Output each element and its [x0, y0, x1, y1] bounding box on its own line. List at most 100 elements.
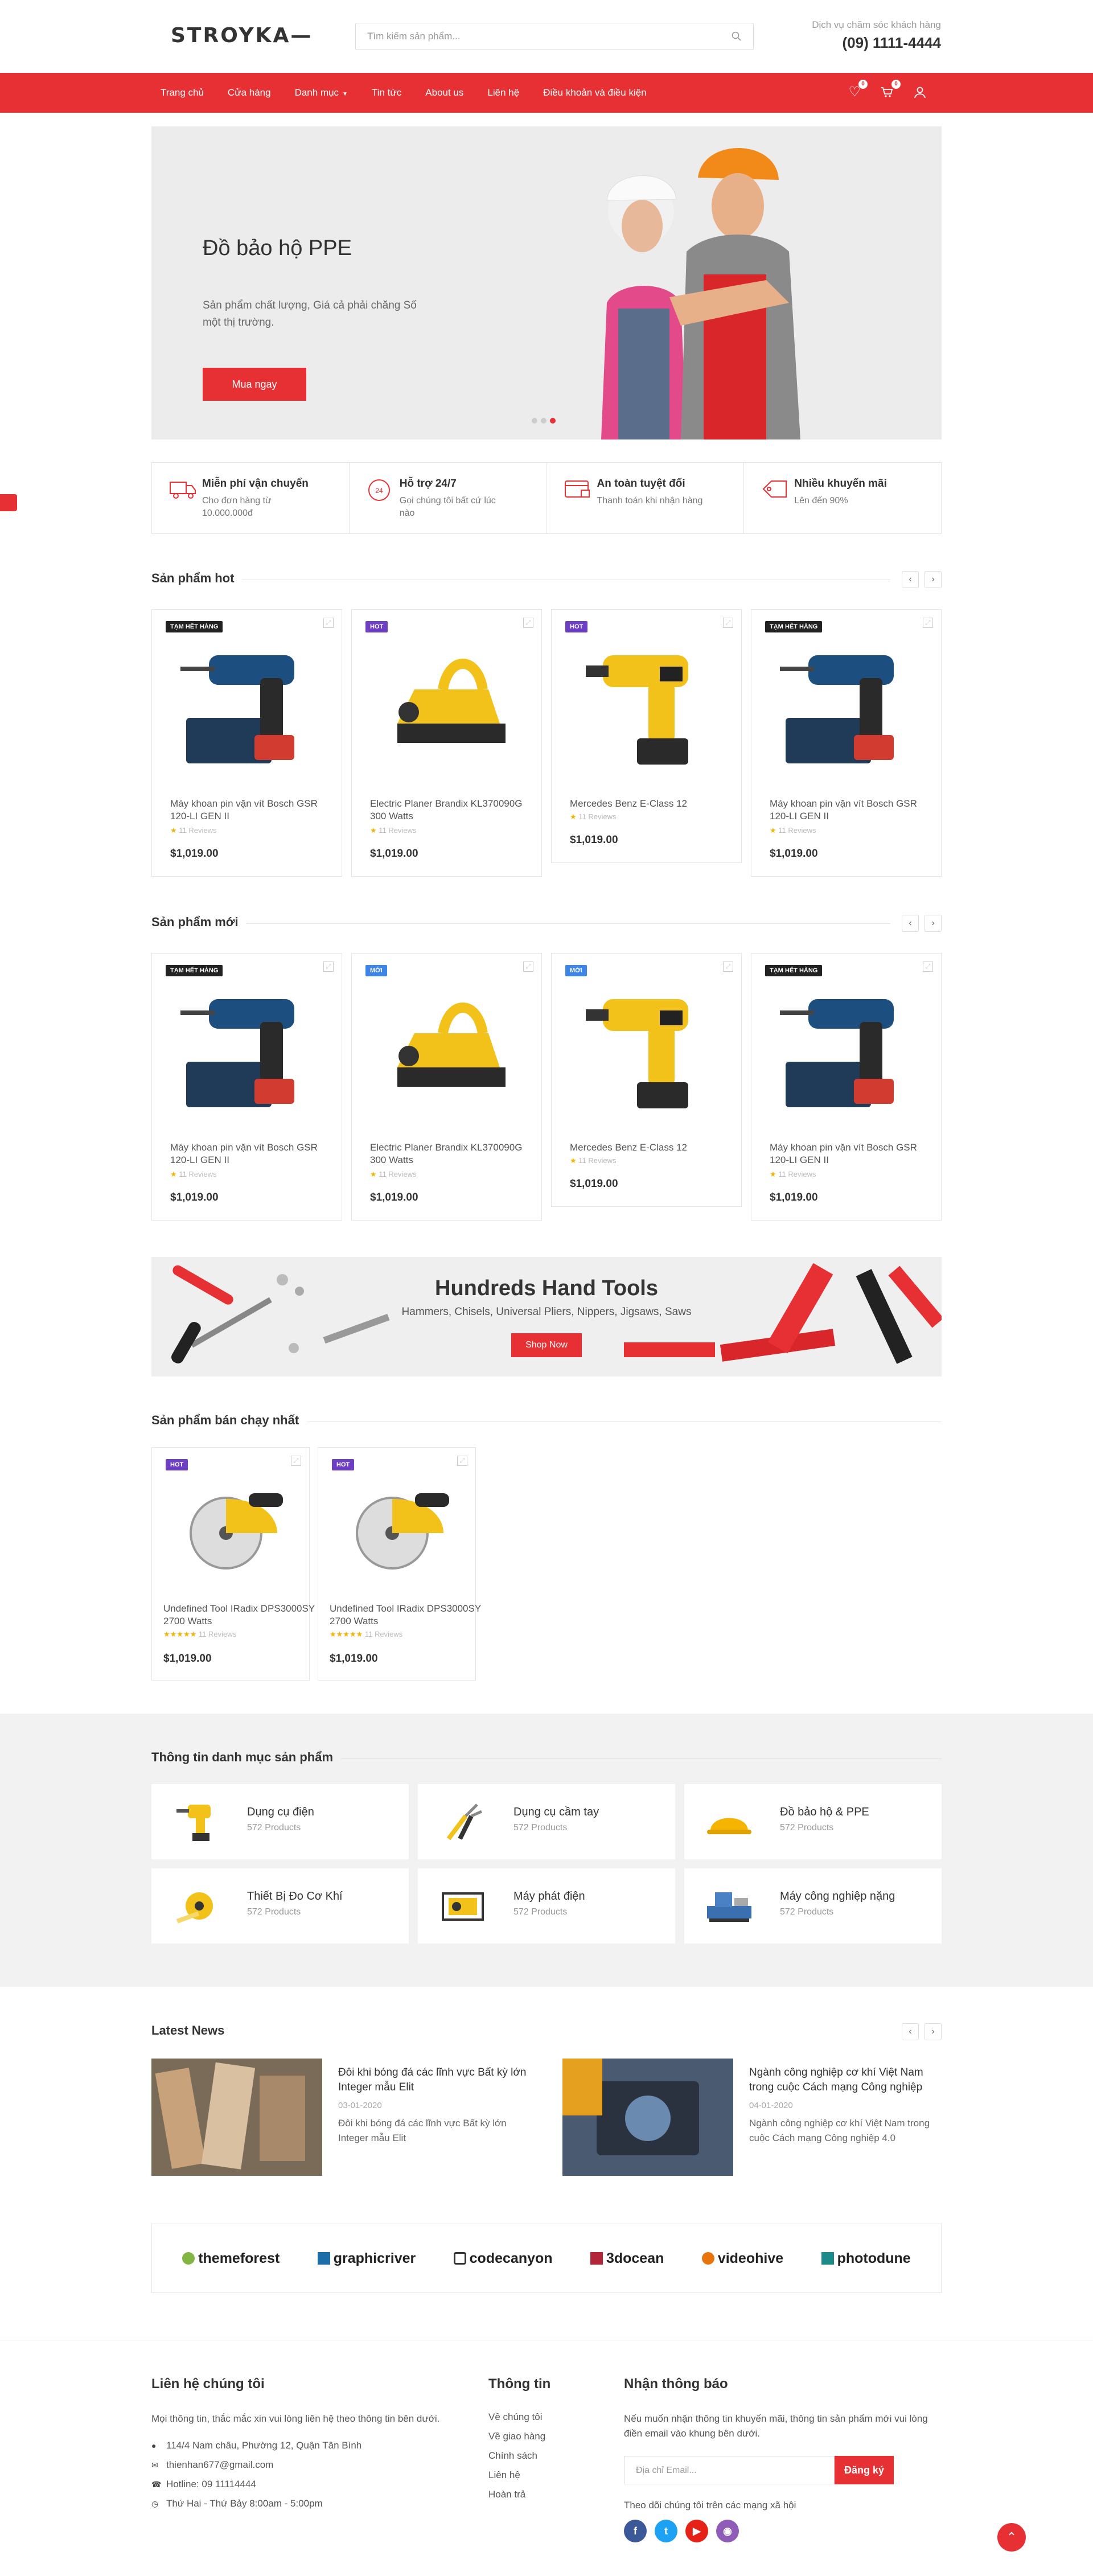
product-name[interactable]: Máy khoan pin vặn vít Bosch GSR 120-LI G…	[170, 1141, 330, 1166]
product-card[interactable]: TẠM HẾT HÀNG ⤢ Máy khoan pin vặn vít Bos…	[751, 953, 942, 1221]
newsletter-email-input[interactable]: Địa chỉ Email...	[624, 2456, 835, 2484]
product-card[interactable]: TẠM HẾT HÀNG ⤢ Máy khoan pin vặn vít Bos…	[151, 953, 342, 1221]
brand-logo[interactable]: 3docean	[590, 2250, 664, 2267]
expand-icon[interactable]: ⤢	[723, 962, 733, 972]
footer-email[interactable]: ✉ thienhan677@gmail.com	[151, 2459, 447, 2471]
next-arrow-icon[interactable]: ›	[924, 915, 942, 932]
side-promo-tab[interactable]	[0, 494, 17, 511]
product-name[interactable]: Máy khoan pin vặn vít Bosch GSR 120-LI G…	[770, 798, 929, 823]
expand-icon[interactable]: ⤢	[923, 618, 933, 628]
news-item[interactable]: Ngành công nghiệp cơ khí Việt Nam trong …	[562, 2059, 942, 2176]
footer-contact-desc: Mọi thông tin, thắc mắc xin vui lòng liê…	[151, 2413, 440, 2424]
product-image	[190, 1493, 283, 1570]
category-card[interactable]: Dụng cụ cầm tay 572 Products	[418, 1784, 675, 1859]
category-card[interactable]: Đồ bảo hộ & PPE 572 Products	[684, 1784, 942, 1859]
nav-home[interactable]: Trang chủ	[161, 87, 204, 98]
category-card[interactable]: Máy phát điện 572 Products	[418, 1868, 675, 1944]
nav-terms[interactable]: Điều khoản và điều kiện	[543, 87, 646, 98]
product-name[interactable]: Mercedes Benz E-Class 12	[570, 1141, 729, 1154]
product-name[interactable]: Undefined Tool IRadix DPS3000SY 2700 Wat…	[330, 1603, 489, 1628]
product-card[interactable]: HOT ⤢ Undefined Tool IRadix DPS3000SY 27…	[318, 1447, 481, 1681]
nav-categories[interactable]: Danh mục ▼	[295, 87, 348, 98]
back-to-top-button[interactable]: ⌃	[997, 2523, 1026, 2552]
search-icon[interactable]	[732, 31, 742, 42]
nav-shop[interactable]: Cửa hàng	[228, 87, 271, 98]
brand-logo[interactable]: photodune	[821, 2250, 911, 2267]
news-title[interactable]: Đôi khi bóng đá các lĩnh vực Bất kỳ lớn …	[338, 2065, 531, 2095]
expand-icon[interactable]: ⤢	[291, 1456, 301, 1466]
wishlist-icon[interactable]: ♡ 0	[848, 80, 868, 102]
product-card[interactable]: HOT ⤢ Mercedes Benz E-Class 12 ★ 11 Revi…	[551, 609, 742, 863]
category-card[interactable]: Máy công nghiệp nặng 572 Products	[684, 1868, 942, 1944]
product-rating: ★ 11 Reviews	[370, 1170, 417, 1178]
brand-logo[interactable]: codecanyon	[453, 2250, 553, 2267]
product-rating: ★ 11 Reviews	[770, 1170, 816, 1178]
slider-dot-3[interactable]	[550, 418, 556, 424]
cart-icon[interactable]: 0	[880, 80, 901, 102]
review-count: 11 Reviews	[578, 1156, 617, 1165]
brand-name: videohive	[717, 2250, 784, 2266]
product-name[interactable]: Mercedes Benz E-Class 12	[570, 798, 729, 810]
search-input[interactable]: Tìm kiếm sản phẩm...	[355, 23, 754, 50]
product-price: $1,019.00	[170, 848, 219, 860]
logo[interactable]: STROYKA—	[171, 24, 313, 47]
news-item[interactable]: Đôi khi bóng đá các lĩnh vực Bất kỳ lớn …	[151, 2059, 531, 2176]
next-arrow-icon[interactable]: ›	[924, 2023, 942, 2040]
news-image	[562, 2059, 733, 2176]
category-card[interactable]: Dụng cụ điện 572 Products	[151, 1784, 409, 1859]
nav-about[interactable]: About us	[425, 87, 463, 98]
expand-icon[interactable]: ⤢	[723, 618, 733, 628]
youtube-icon[interactable]: ▶	[685, 2520, 708, 2542]
brand-logo[interactable]: videohive	[701, 2250, 784, 2267]
subscribe-button[interactable]: Đăng ký	[835, 2456, 894, 2484]
nav-news[interactable]: Tin tức	[372, 87, 401, 98]
slider-dot-2[interactable]	[541, 418, 546, 424]
nav-contact[interactable]: Liên hệ	[487, 87, 519, 98]
footer-hotline[interactable]: ☎ Hotline: 09 11114444	[151, 2479, 447, 2490]
prev-arrow-icon[interactable]: ‹	[902, 2023, 919, 2040]
next-arrow-icon[interactable]: ›	[924, 571, 942, 588]
expand-icon[interactable]: ⤢	[323, 618, 334, 628]
product-price: $1,019.00	[370, 848, 418, 860]
best-section-title: Sản phẩm bán chạy nhất	[151, 1413, 307, 1428]
facebook-icon[interactable]: f	[624, 2520, 647, 2542]
chevron-down-icon: ▼	[342, 91, 348, 97]
footer-link-policy[interactable]: Chính sách	[488, 2450, 602, 2462]
expand-icon[interactable]: ⤢	[923, 962, 933, 972]
footer-link-returns[interactable]: Hoàn trả	[488, 2489, 602, 2500]
product-name[interactable]: Undefined Tool IRadix DPS3000SY 2700 Wat…	[163, 1603, 323, 1628]
product-card[interactable]: HOT ⤢ Electric Planer Brandix KL370090G …	[351, 609, 542, 877]
brand-logo[interactable]: themeforest	[182, 2250, 280, 2267]
product-card[interactable]: MỚI ⤢ Electric Planer Brandix KL370090G …	[351, 953, 542, 1221]
user-icon[interactable]	[913, 85, 927, 102]
footer-link-contact[interactable]: Liên hệ	[488, 2470, 602, 2481]
prev-arrow-icon[interactable]: ‹	[902, 571, 919, 588]
product-name[interactable]: Electric Planer Brandix KL370090G 300 Wa…	[370, 798, 529, 823]
product-card[interactable]: TẠM HẾT HÀNG ⤢ Máy khoan pin vặn vít Bos…	[151, 609, 342, 877]
expand-icon[interactable]: ⤢	[523, 962, 533, 972]
footer-link-delivery[interactable]: Về giao hàng	[488, 2431, 602, 2442]
footer-link-about[interactable]: Về chúng tôi	[488, 2411, 602, 2423]
brand-logo[interactable]: graphicriver	[317, 2250, 416, 2267]
instagram-icon[interactable]: ◉	[716, 2520, 739, 2542]
twitter-icon[interactable]: t	[655, 2520, 677, 2542]
product-name[interactable]: Máy khoan pin vặn vít Bosch GSR 120-LI G…	[770, 1141, 929, 1166]
slider-dot-1[interactable]	[532, 418, 537, 424]
videohive-icon	[701, 2252, 714, 2265]
expand-icon[interactable]: ⤢	[323, 962, 334, 972]
expand-icon[interactable]: ⤢	[523, 618, 533, 628]
product-card[interactable]: MỚI ⤢ Mercedes Benz E-Class 12 ★ 11 Revi…	[551, 953, 742, 1207]
expand-icon[interactable]: ⤢	[457, 1456, 467, 1466]
hero-buy-button[interactable]: Mua ngay	[203, 368, 306, 401]
category-card[interactable]: Thiết Bị Đo Cơ Khí 572 Products	[151, 1868, 409, 1944]
shop-now-button[interactable]: Shop Now	[511, 1333, 582, 1357]
product-name[interactable]: Electric Planer Brandix KL370090G 300 Wa…	[370, 1141, 529, 1166]
product-name[interactable]: Máy khoan pin vặn vít Bosch GSR 120-LI G…	[170, 798, 330, 823]
product-card[interactable]: TẠM HẾT HÀNG ⤢ Máy khoan pin vặn vít Bos…	[751, 609, 942, 877]
product-tag: TẠM HẾT HÀNG	[166, 965, 223, 976]
product-card[interactable]: HOT ⤢ Undefined Tool IRadix DPS3000SY 27…	[151, 1447, 315, 1681]
service-phone[interactable]: (09) 1111-4444	[812, 34, 942, 52]
main-nav: Trang chủ Cửa hàng Danh mục ▼ Tin tức Abo…	[0, 73, 1093, 113]
news-title[interactable]: Ngành công nghiệp cơ khí Việt Nam trong …	[749, 2065, 942, 2095]
prev-arrow-icon[interactable]: ‹	[902, 915, 919, 932]
